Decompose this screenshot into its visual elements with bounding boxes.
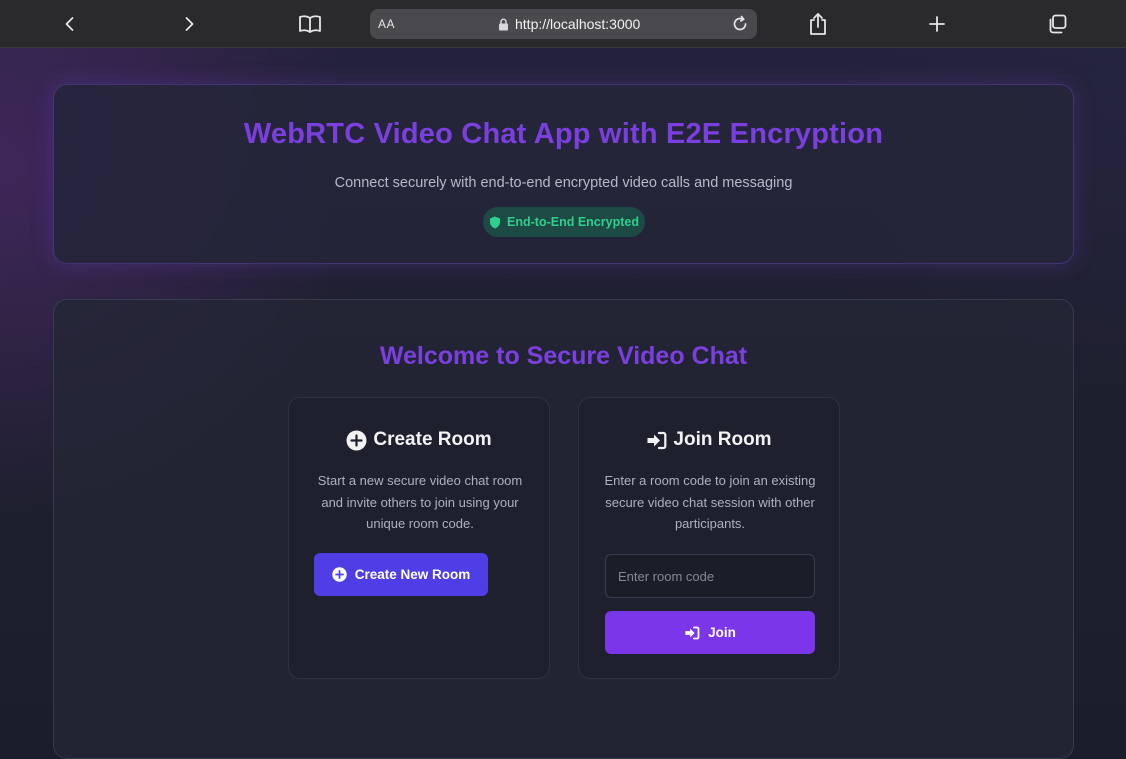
url-text: http://localhost:3000 bbox=[515, 16, 641, 32]
share-icon bbox=[810, 13, 826, 35]
create-room-title: Create Room bbox=[289, 429, 549, 451]
app-title: WebRTC Video Chat App with E2E Encryptio… bbox=[243, 118, 884, 150]
tabs-button[interactable] bbox=[1042, 9, 1072, 39]
create-new-room-label: Create New Room bbox=[354, 567, 471, 582]
room-code-input[interactable] bbox=[605, 554, 815, 598]
app-subtitle: Connect securely with end-to-end encrypt… bbox=[334, 175, 793, 191]
book-icon bbox=[299, 15, 321, 33]
join-room-description: Enter a room code to join an existing se… bbox=[604, 473, 816, 531]
plus-circle-icon bbox=[346, 430, 367, 450]
join-room-title: Join Room bbox=[579, 429, 839, 451]
lock-icon bbox=[499, 18, 508, 30]
chevron-right-icon bbox=[185, 17, 194, 31]
join-room-title-text: Join Room bbox=[673, 429, 772, 450]
encryption-badge: End-to-End Encrypted bbox=[483, 207, 645, 237]
page-content: WebRTC Video Chat App with E2E Encryptio… bbox=[0, 48, 1126, 759]
url-display[interactable]: http://localhost:3000 bbox=[498, 9, 640, 39]
text-size-button[interactable]: AA bbox=[378, 9, 395, 39]
browser-toolbar: AA http://localhost:3000 bbox=[0, 0, 1126, 48]
new-tab-button[interactable] bbox=[922, 9, 952, 39]
reload-button[interactable] bbox=[727, 9, 753, 39]
join-button[interactable]: Join bbox=[605, 611, 815, 654]
join-button-label: Join bbox=[708, 625, 736, 640]
reload-icon bbox=[733, 15, 747, 31]
badge-label: End-to-End Encrypted bbox=[507, 215, 639, 229]
shield-icon bbox=[490, 216, 501, 228]
sign-in-icon bbox=[647, 431, 667, 449]
create-room-description: Start a new secure video chat room and i… bbox=[317, 473, 523, 531]
bookmarks-button[interactable] bbox=[295, 9, 325, 39]
create-room-title-text: Create Room bbox=[373, 429, 492, 450]
address-bar[interactable]: AA http://localhost:3000 bbox=[370, 9, 757, 39]
share-button[interactable] bbox=[803, 9, 833, 39]
chevron-left-icon bbox=[65, 17, 74, 31]
plus-icon bbox=[929, 16, 945, 32]
plus-circle-icon bbox=[332, 567, 347, 582]
header-card: WebRTC Video Chat App with E2E Encryptio… bbox=[53, 84, 1074, 264]
create-room-panel: Create Room Start a new secure video cha… bbox=[288, 397, 550, 679]
join-room-panel: Join Room Enter a room code to join an e… bbox=[578, 397, 840, 679]
main-card: Welcome to Secure Video Chat Create Room… bbox=[53, 299, 1074, 759]
welcome-heading: Welcome to Secure Video Chat bbox=[379, 342, 748, 370]
tabs-icon bbox=[1049, 14, 1067, 34]
forward-button[interactable] bbox=[174, 9, 204, 39]
sign-in-icon bbox=[685, 626, 700, 639]
create-new-room-button[interactable]: Create New Room bbox=[314, 553, 488, 596]
back-button[interactable] bbox=[55, 9, 85, 39]
